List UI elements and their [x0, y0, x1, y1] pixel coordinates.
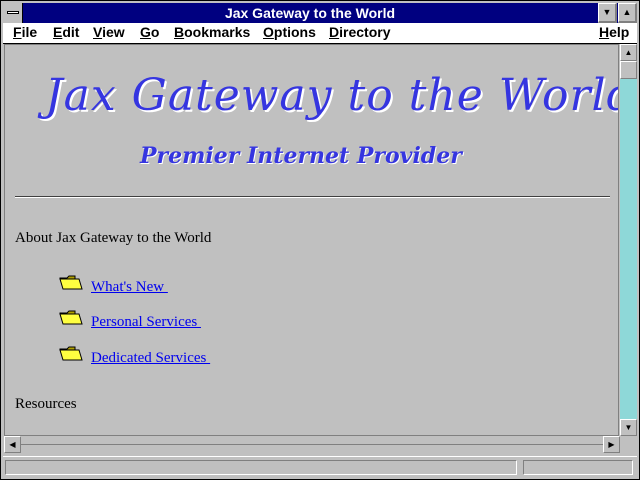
menu-accel: H	[599, 24, 610, 40]
page-content: Jax Gateway to the World Premier Interne…	[4, 44, 619, 436]
menu-label: iew	[102, 24, 125, 40]
folder-icon	[59, 275, 83, 290]
scroll-up-button[interactable]: ▲	[620, 44, 637, 61]
menu-help[interactable]: Help	[599, 23, 629, 43]
folder-icon	[59, 346, 83, 361]
menu-label: ookmarks	[184, 24, 251, 40]
menu-go[interactable]: Go	[140, 23, 159, 43]
menu-label: ptions	[273, 24, 316, 40]
status-bar	[3, 456, 637, 478]
title-bar[interactable]: Jax Gateway to the World ▼ ▲	[3, 3, 637, 23]
menu-accel: E	[53, 24, 63, 40]
menu-label: ile	[21, 24, 38, 40]
menu-label: o	[150, 24, 160, 40]
scroll-left-button[interactable]: ◀	[4, 436, 21, 453]
vertical-scrollbar[interactable]: ▲ ▼	[620, 44, 637, 436]
menu-edit[interactable]: Edit	[53, 23, 79, 43]
arrow-up-icon: ▲	[624, 48, 633, 57]
horizontal-rule	[15, 196, 610, 198]
arrow-left-icon: ◀	[9, 440, 16, 449]
status-message	[5, 460, 517, 475]
system-menu-icon	[7, 11, 19, 14]
vertical-scroll-track[interactable]	[620, 61, 637, 419]
menu-label: irectory	[339, 24, 391, 40]
logo-subtitle: Premier Internet Provider	[140, 143, 462, 169]
menu-bookmarks[interactable]: Bookmarks	[174, 23, 250, 43]
menu-accel: O	[263, 24, 274, 40]
arrow-right-icon: ▶	[608, 440, 615, 449]
scroll-down-button[interactable]: ▼	[620, 419, 637, 436]
menu-view[interactable]: View	[93, 23, 125, 43]
dedicated-services-link[interactable]: Dedicated Services	[91, 350, 210, 367]
arrow-down-icon: ▼	[624, 423, 633, 432]
menu-options[interactable]: Options	[263, 23, 316, 43]
about-heading: About Jax Gateway to the World	[15, 230, 212, 246]
resources-heading: Resources	[15, 396, 77, 412]
menu-label: elp	[609, 24, 630, 40]
vertical-scroll-thumb[interactable]	[620, 61, 637, 79]
menu-accel: B	[174, 24, 185, 40]
menu-directory[interactable]: Directory	[329, 23, 390, 43]
personal-services-link[interactable]: Personal Services	[91, 314, 201, 331]
track-line	[21, 444, 603, 445]
browser-window: Jax Gateway to the World ▼ ▲ File Edit V…	[0, 0, 640, 480]
menu-accel: F	[13, 24, 22, 40]
menu-bar: File Edit View Go Bookmarks Options Dire…	[3, 23, 637, 44]
maximize-button[interactable]: ▲	[618, 3, 637, 23]
maximize-icon: ▲	[622, 7, 632, 17]
minimize-icon: ▼	[602, 7, 612, 17]
menu-accel: V	[93, 24, 103, 40]
menu-file[interactable]: File	[13, 23, 37, 43]
logo-title: Jax Gateway to the World	[45, 70, 619, 121]
menu-accel: G	[140, 24, 151, 40]
folder-icon	[59, 310, 83, 325]
window-title: Jax Gateway to the World	[224, 5, 396, 21]
minimize-button[interactable]: ▼	[598, 3, 617, 23]
menu-label: dit	[62, 24, 80, 40]
horizontal-scrollbar[interactable]: ◀ ▶	[4, 436, 620, 453]
horizontal-scroll-track[interactable]	[21, 436, 603, 453]
system-menu-button[interactable]	[3, 3, 23, 23]
menu-accel: D	[329, 24, 340, 40]
scroll-right-button[interactable]: ▶	[603, 436, 620, 453]
whats-new-link[interactable]: What's New	[91, 279, 168, 296]
progress-indicator	[523, 460, 633, 475]
